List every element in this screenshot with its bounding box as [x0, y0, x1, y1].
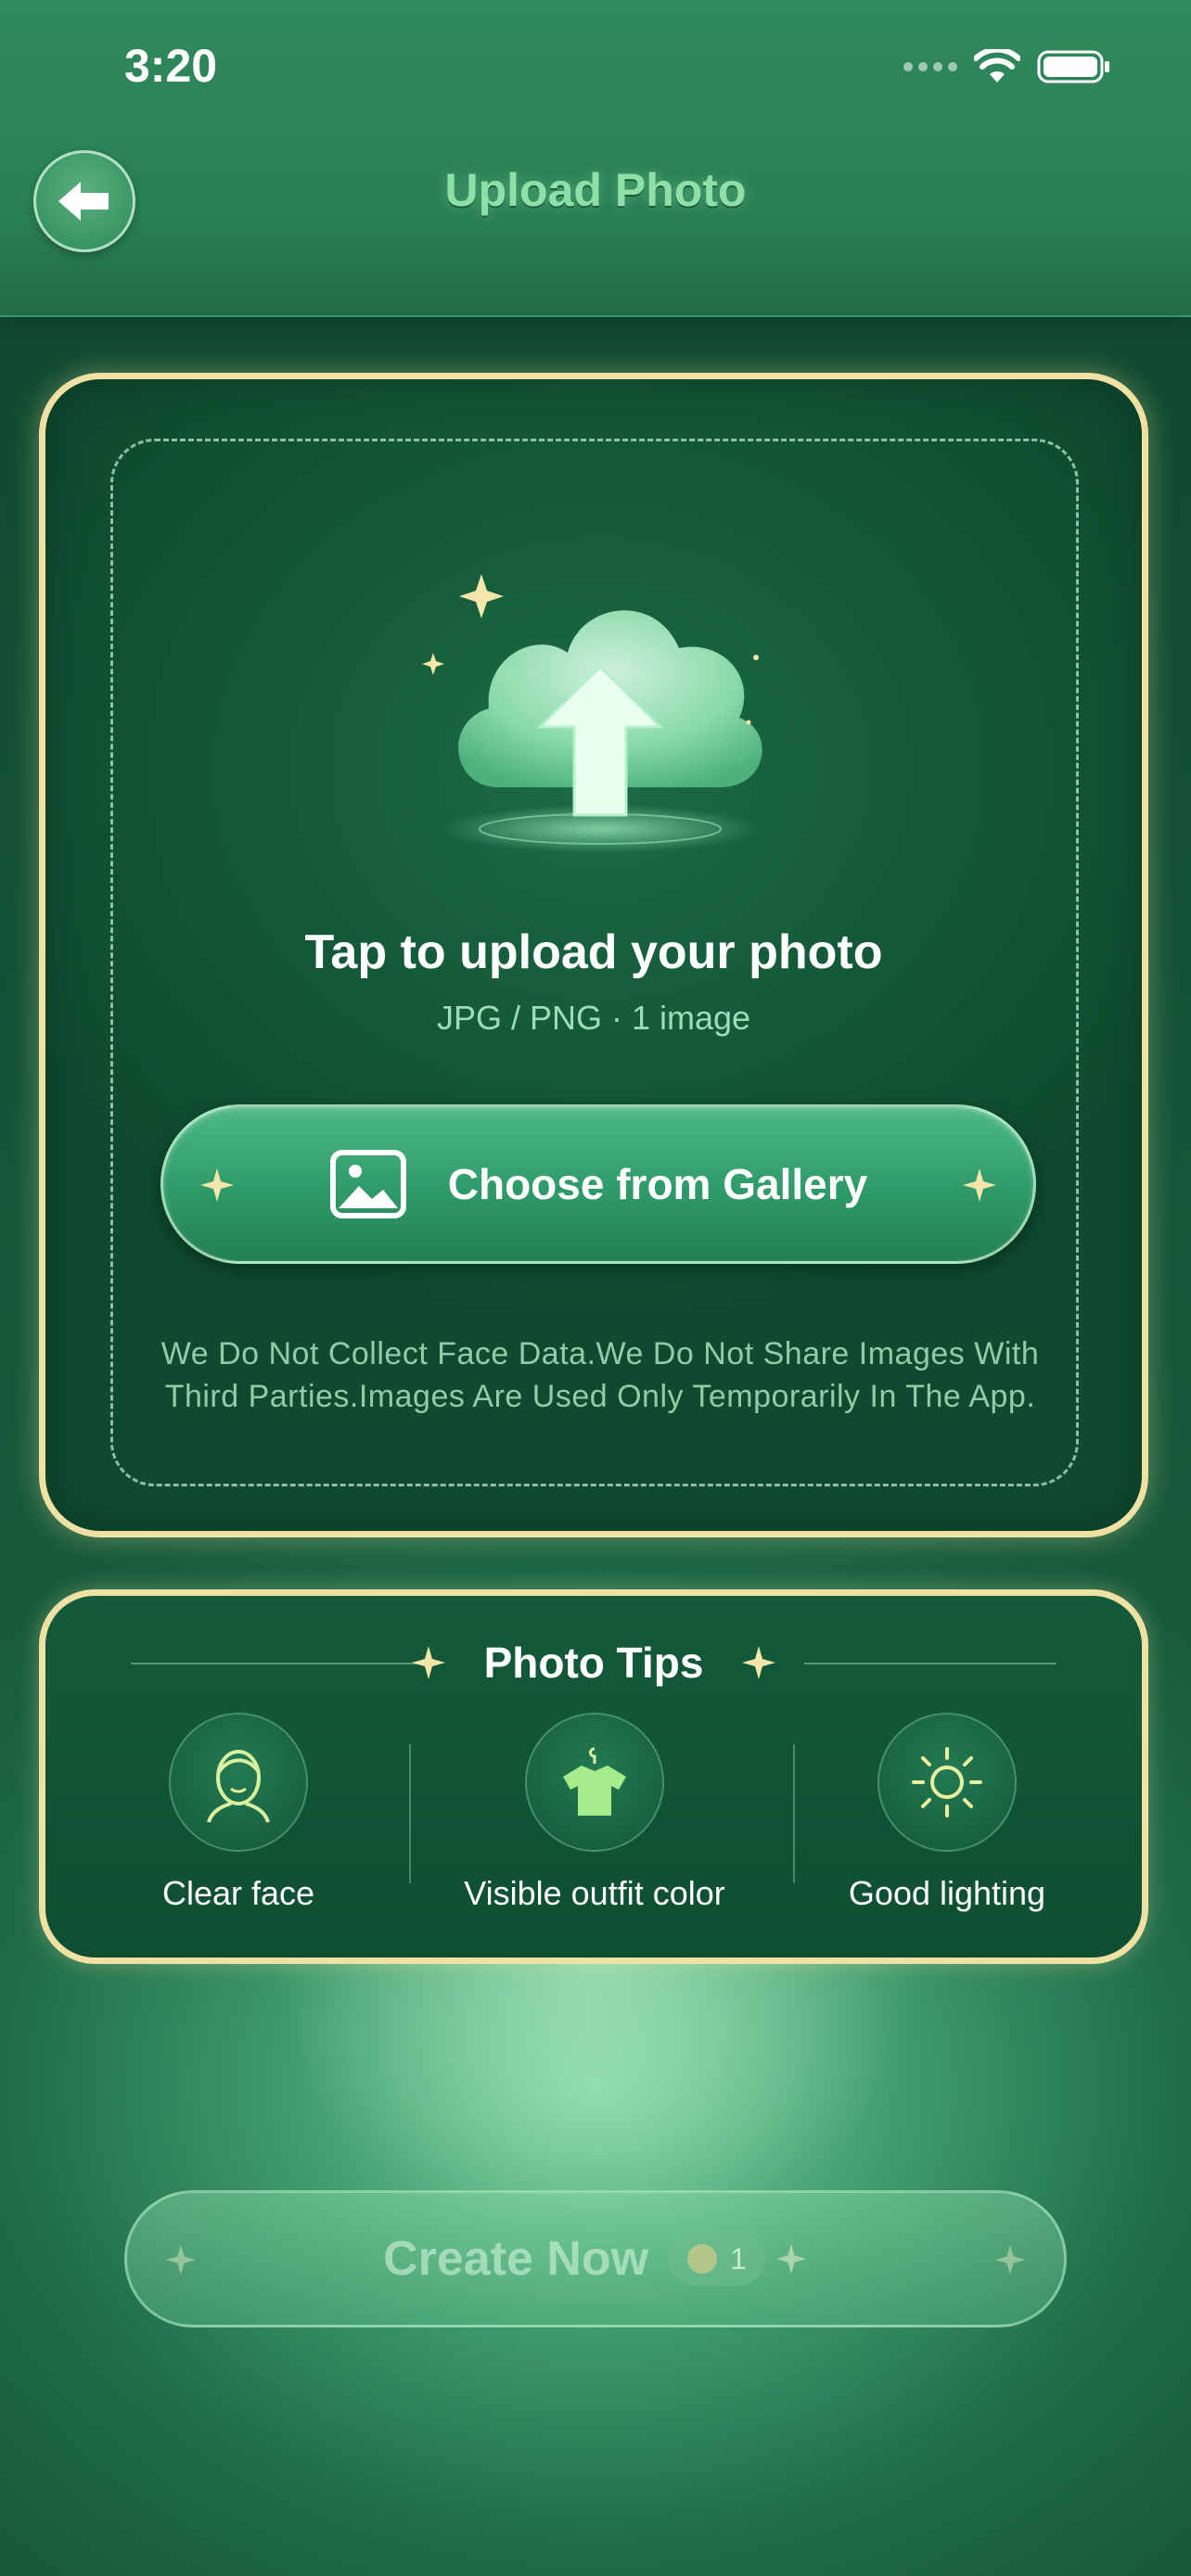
- upload-card[interactable]: Tap to upload your photo JPG / PNG · 1 i…: [39, 373, 1148, 1537]
- tip-label: Good lighting: [848, 1874, 1046, 1912]
- wifi-icon: [974, 49, 1020, 83]
- tips-header: Photo Tips: [45, 1635, 1142, 1690]
- create-now-label: Create Now: [383, 2232, 649, 2286]
- cloud-upload-icon: [415, 537, 786, 880]
- tips-title: Photo Tips: [483, 1639, 704, 1687]
- create-now-button[interactable]: Create Now 1: [124, 2190, 1067, 2327]
- tip-label: Visible outfit color: [464, 1874, 725, 1912]
- sparkle-icon: [742, 1646, 776, 1679]
- sparkle-icon: [200, 1168, 234, 1202]
- page-title: Upload Photo: [444, 164, 747, 216]
- battery-icon: [1037, 50, 1109, 83]
- choose-from-gallery-button[interactable]: Choose from Gallery: [160, 1104, 1036, 1264]
- face-icon: [169, 1713, 308, 1852]
- sparkle-icon: [165, 2244, 197, 2276]
- photo-tips-card: Photo Tips Clear face Visible outfit col…: [39, 1589, 1148, 1964]
- image-icon: [329, 1150, 406, 1218]
- status-bar: 3:20: [0, 0, 1191, 139]
- status-time: 3:20: [124, 40, 218, 92]
- tip-good-lighting: Good lighting: [780, 1713, 1114, 1913]
- sparkle-icon: [775, 2243, 807, 2275]
- tip-clear-face: Clear face: [71, 1713, 405, 1913]
- status-icons: [903, 48, 1111, 85]
- sun-icon: [877, 1713, 1017, 1852]
- tip-outfit-color: Visible outfit color: [428, 1713, 762, 1913]
- gallery-button-label: Choose from Gallery: [447, 1160, 868, 1208]
- shirt-icon: [525, 1713, 664, 1852]
- tip-label: Clear face: [161, 1874, 315, 1912]
- sparkle-icon: [994, 2244, 1026, 2276]
- sparkle-icon: [963, 1168, 996, 1202]
- sparkle-icon: [411, 1646, 445, 1679]
- divider: [409, 1744, 411, 1883]
- coin-icon: [687, 2244, 718, 2274]
- cost-badge: 1: [669, 2232, 765, 2286]
- upload-format-hint: JPG / PNG · 1 image: [436, 999, 751, 1037]
- upload-title: Tap to upload your photo: [304, 925, 883, 979]
- privacy-note: We Do Not Collect Face Data.We Do Not Sh…: [160, 1336, 1040, 1414]
- cost-count: 1: [730, 2241, 747, 2276]
- sparkle-icon: [459, 574, 504, 618]
- signal-icon: [903, 62, 957, 71]
